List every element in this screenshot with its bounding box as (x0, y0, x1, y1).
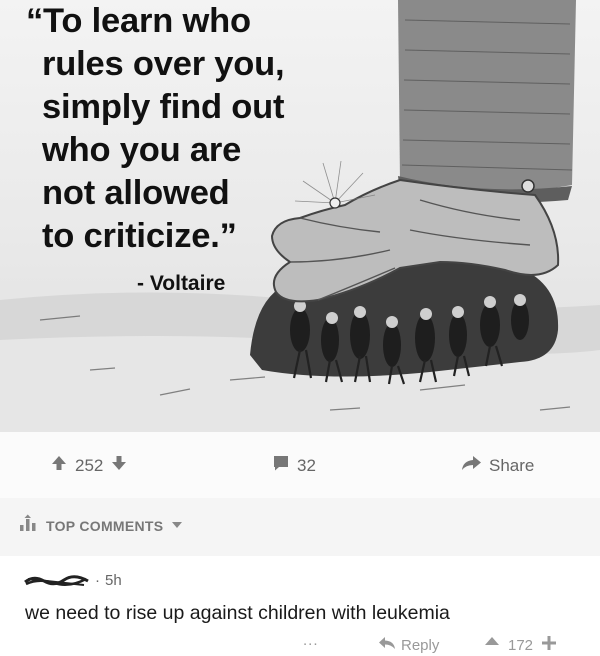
comment-score: 172 (508, 636, 534, 654)
reply-icon (378, 636, 396, 654)
quote-line: not allowed (42, 174, 230, 212)
downvote-icon[interactable] (541, 636, 557, 654)
caret-down-icon (171, 517, 183, 535)
sort-icon (18, 514, 38, 537)
comments-button[interactable]: 32 (272, 454, 316, 477)
comment: · 5h we need to rise up against children… (0, 556, 600, 654)
upvote-icon[interactable] (50, 454, 68, 477)
quote-line: who you are (42, 131, 242, 169)
quote-text: “To learn who rules over you, simply fin… (26, 0, 285, 258)
post-action-bar: 252 32 Share (0, 432, 600, 499)
redacted-username-scribble (24, 574, 89, 586)
quote-line: to criticize.” (42, 217, 237, 255)
quote-line: “To learn who (26, 2, 251, 40)
upvote-icon[interactable] (484, 636, 500, 654)
meta-dot: · (95, 572, 100, 589)
quote-attribution: - Voltaire (137, 272, 226, 295)
comment-age: 5h (105, 572, 122, 589)
comment-body: we need to rise up against children with… (25, 602, 450, 624)
sort-label: TOP COMMENTS (46, 517, 164, 534)
comment-meta: · 5h (24, 572, 122, 589)
reply-label: Reply (401, 636, 440, 654)
post-vote-controls: 252 (50, 454, 128, 477)
comment-vote-controls: 172 (484, 636, 557, 654)
comment-actions: ... Reply 172 (0, 632, 600, 656)
quote-line: simply find out (42, 88, 285, 126)
share-icon (460, 454, 482, 477)
sort-dropdown[interactable]: TOP COMMENTS (18, 514, 183, 537)
share-button[interactable]: Share (460, 454, 534, 477)
share-label: Share (489, 455, 535, 475)
more-options-button[interactable]: ... (303, 632, 319, 649)
post-image[interactable]: “To learn who rules over you, simply fin… (0, 0, 600, 432)
post-score: 252 (75, 455, 104, 475)
downvote-icon[interactable] (110, 454, 128, 477)
comment-icon (272, 454, 290, 477)
quote-line: rules over you, (42, 45, 285, 83)
comment-count: 32 (297, 455, 316, 475)
reply-button[interactable]: Reply (378, 636, 439, 654)
comment-sort-bar: TOP COMMENTS (0, 498, 600, 556)
